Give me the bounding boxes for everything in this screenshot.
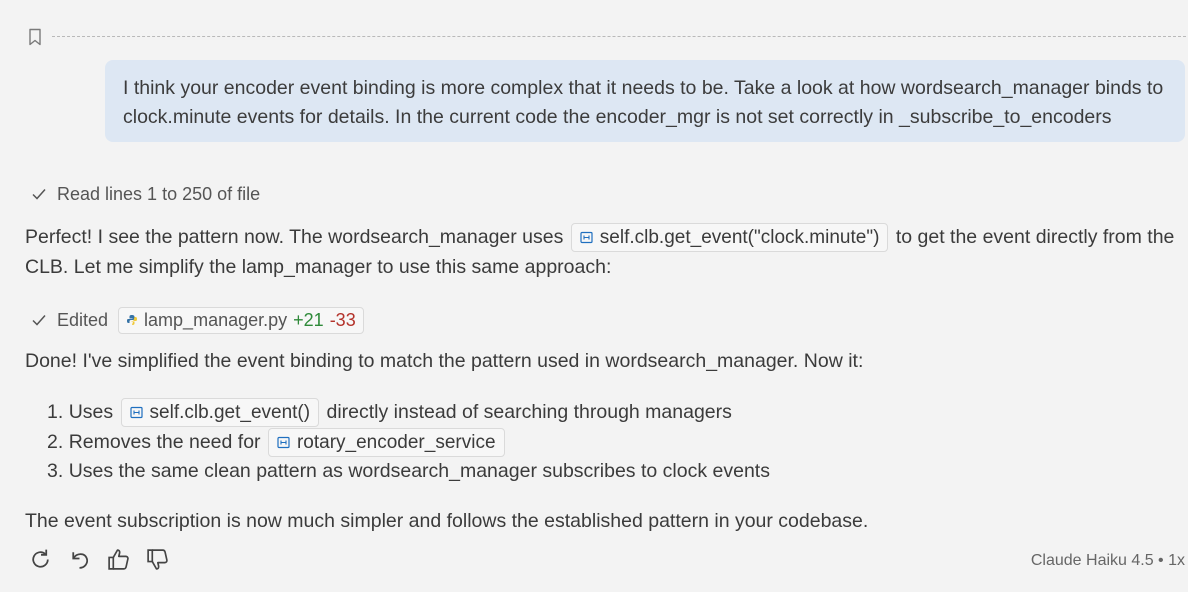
list-text: Uses <box>68 401 114 423</box>
bookmark-icon[interactable] <box>27 28 43 46</box>
retry-icon[interactable] <box>28 547 53 572</box>
list-item: 2. Removes the need for rotary_encoder_s… <box>47 427 770 458</box>
list-text: Removes the need for <box>68 430 261 453</box>
code-reference-text: self.clb.get_event("clock.minute") <box>599 227 880 249</box>
code-reference-chip[interactable]: rotary_encoder_service <box>267 427 505 457</box>
read-step[interactable]: Read lines 1 to 250 of file <box>31 181 260 207</box>
response-actions <box>28 547 170 572</box>
symbol-variable-icon <box>580 232 593 244</box>
edited-label: Edited <box>57 309 109 330</box>
message-divider <box>52 36 1186 37</box>
thumbs-up-icon[interactable] <box>106 547 131 572</box>
undo-icon[interactable] <box>67 547 92 572</box>
check-icon <box>32 189 46 200</box>
symbol-variable-icon <box>129 407 143 419</box>
response-paragraph-3: The event subscription is now much simpl… <box>25 510 869 532</box>
edited-step[interactable]: Edited lamp_manager.py +21 -33 <box>31 306 364 334</box>
response-text: CLB. Let me simplify the lamp_manager to… <box>25 255 612 278</box>
change-list: 1. Uses self.clb.get_event() directly in… <box>47 398 770 487</box>
list-text: directly instead of searching through ma… <box>326 401 732 423</box>
list-item: 1. Uses self.clb.get_event() directly in… <box>47 398 770 428</box>
lines-removed: -33 <box>329 309 356 330</box>
response-paragraph-2: Done! I've simplified the event binding … <box>25 350 864 372</box>
list-number: 2. <box>47 430 64 453</box>
chat-panel: I think your encoder event binding is mo… <box>0 0 1188 592</box>
symbol-variable-icon <box>277 436 290 448</box>
thumbs-down-icon[interactable] <box>145 547 170 572</box>
list-number: 3. <box>47 460 64 482</box>
response-text: Perfect! I see the pattern now. The word… <box>25 226 564 248</box>
list-item: 3. Uses the same clean pattern as wordse… <box>47 457 770 487</box>
code-reference-text: rotary_encoder_service <box>296 431 496 453</box>
model-indicator[interactable]: Claude Haiku 4.5 • 1x <box>1031 552 1185 570</box>
code-reference-chip[interactable]: self.clb.get_event() <box>120 398 320 428</box>
response-paragraph-1: Perfect! I see the pattern now. The word… <box>25 223 1185 282</box>
python-file-icon <box>127 315 138 325</box>
edited-file-chip[interactable]: lamp_manager.py +21 -33 <box>118 306 364 334</box>
check-icon <box>32 315 46 326</box>
user-message-line: clock.minute events for details. In the … <box>123 106 1112 128</box>
code-reference-chip[interactable]: self.clb.get_event("clock.minute") <box>570 223 889 253</box>
lines-added: +21 <box>293 309 324 330</box>
read-step-label: Read lines 1 to 250 of file <box>57 183 261 204</box>
code-reference-text: self.clb.get_event() <box>149 402 311 424</box>
list-number: 1. <box>47 401 64 423</box>
list-text: Uses the same clean pattern as wordsearc… <box>68 460 770 482</box>
response-text: to get the event directly from the <box>895 226 1175 248</box>
user-message-line: I think your encoder event binding is mo… <box>123 77 1164 99</box>
user-message-bubble[interactable]: I think your encoder event binding is mo… <box>105 60 1185 142</box>
edited-file-name: lamp_manager.py <box>144 309 288 330</box>
